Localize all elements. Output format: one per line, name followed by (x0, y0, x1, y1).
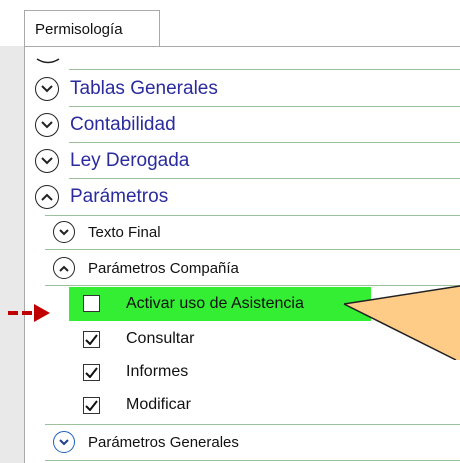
annotation-callout (343, 285, 460, 360)
tab-permisologia[interactable]: Permisología (24, 10, 160, 47)
permission-label-activar-asistencia: Activar uso de Asistencia (126, 295, 304, 312)
tab-label: Permisología (35, 21, 123, 38)
checkbox-modificar[interactable] (83, 397, 100, 414)
chevron-down-icon[interactable] (35, 113, 59, 137)
permission-label-modificar: Modificar (126, 396, 191, 413)
tree-item-label: Parámetros (70, 186, 169, 207)
tree-item-label: Ley Derogada (70, 150, 190, 171)
tree-item-label: Texto Final (88, 223, 161, 241)
tree-item-label: Parámetros Compañía (88, 259, 239, 277)
tree-item-contabilidad[interactable]: Contabilidad (35, 113, 176, 137)
checkmark-icon (85, 400, 98, 411)
annotation-arrow-icon (8, 304, 50, 322)
chevron-down-icon[interactable] (53, 431, 75, 453)
tree-item-parametros[interactable]: Parámetros (35, 185, 168, 209)
tree-item-texto-final[interactable]: Texto Final (53, 221, 161, 243)
chevron-up-icon (36, 58, 60, 64)
checkbox-consultar[interactable] (83, 331, 100, 348)
chevron-down-icon[interactable] (53, 221, 75, 243)
permission-label-informes: Informes (126, 363, 189, 380)
tree-item-parametros-generales[interactable]: Parámetros Generales (53, 431, 239, 453)
chevron-up-icon[interactable] (35, 185, 59, 209)
chevron-down-icon[interactable] (35, 149, 59, 173)
checkmark-icon (85, 334, 98, 345)
checkbox-activar-asistencia[interactable] (83, 295, 100, 312)
tree-item-label: Parámetros Generales (88, 433, 239, 451)
checkmark-icon (85, 367, 98, 378)
tree-item-label: Tablas Generales (70, 78, 218, 99)
chevron-down-icon[interactable] (35, 77, 59, 101)
permissions-tree-panel: Tablas Generales Contabilidad Ley Deroga… (24, 46, 460, 463)
tree-item-parametros-compania[interactable]: Parámetros Compañía (53, 257, 239, 279)
checkbox-informes[interactable] (83, 364, 100, 381)
permission-label-consultar: Consultar (126, 330, 195, 347)
tree-item-ley-derogada[interactable]: Ley Derogada (35, 149, 189, 173)
chevron-up-icon[interactable] (53, 257, 75, 279)
tree-item-label: Contabilidad (70, 114, 176, 135)
tree-item-tablas-generales[interactable]: Tablas Generales (35, 77, 218, 101)
